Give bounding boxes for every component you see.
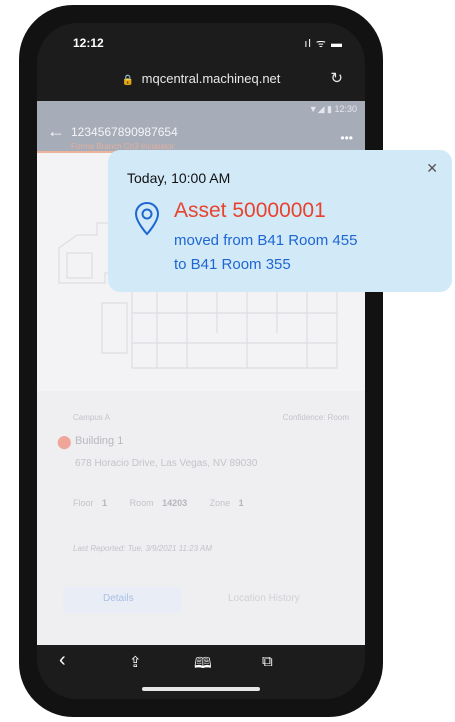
room-value: 14203 xyxy=(162,498,188,508)
card-tabs: Details Location History xyxy=(63,587,343,613)
status-bar: 12:12 ıl ᯤ ▬ xyxy=(37,23,365,63)
notification-popup[interactable]: ✕ Today, 10:00 AM Asset 50000001 moved f… xyxy=(108,150,452,292)
back-arrow-icon[interactable]: ← xyxy=(47,121,65,142)
notification-timestamp: Today, 10:00 AM xyxy=(127,170,231,186)
location-card: Campus A Confidence: Room ⬤ Building 1 6… xyxy=(37,401,365,645)
notification-asset: Asset 50000001 xyxy=(174,199,326,222)
url-display[interactable]: 🔒 mqcentral.machineq.net xyxy=(37,71,365,86)
confidence-label: Confidence: Room xyxy=(282,413,349,422)
location-pin-icon: ⬤ xyxy=(57,434,72,449)
inner-status-bar: ▼◢ ▮ 12:30 xyxy=(308,104,357,114)
zone-label: Zone xyxy=(209,498,231,508)
tabs-icon[interactable]: ⧉ xyxy=(262,653,273,670)
signal-wifi-battery-icon: ıl ᯤ ▬ xyxy=(304,38,343,50)
share-icon[interactable]: ⇪ xyxy=(129,653,142,671)
browser-address-bar[interactable]: 🔒 mqcentral.machineq.net ↻ xyxy=(37,63,365,93)
notification-message-line2: to B41 Room 355 xyxy=(174,256,291,273)
status-time: 12:12 xyxy=(73,36,104,50)
floor-label: Floor xyxy=(73,498,94,508)
tab-location-history[interactable]: Location History xyxy=(228,593,300,604)
zone-value: 1 xyxy=(238,498,244,508)
tab-details-label[interactable]: Details xyxy=(103,593,134,604)
lock-icon: 🔒 xyxy=(121,75,135,86)
last-reported-text: Last Reported: Tue, 3/9/2021 11:23 AM xyxy=(73,544,213,553)
floor-value: 1 xyxy=(102,498,108,508)
url-text: mqcentral.machineq.net xyxy=(141,71,281,86)
location-pin-icon xyxy=(134,201,160,236)
location-details-row: Floor 1 Room 14203 Zone 1 xyxy=(73,498,333,508)
room-label: Room xyxy=(129,498,154,508)
back-icon[interactable]: ‹ xyxy=(59,649,66,672)
bookmarks-icon[interactable]: 🕮 xyxy=(194,653,212,678)
reload-icon[interactable]: ↻ xyxy=(330,69,343,87)
asset-id-title: 1234567890987654 xyxy=(71,125,178,139)
more-options-icon[interactable]: ••• xyxy=(340,131,353,145)
app-header: ▼◢ ▮ 12:30 ← 1234567890987654 Forma Bran… xyxy=(37,101,365,151)
campus-label: Campus A xyxy=(73,413,110,422)
close-icon[interactable]: ✕ xyxy=(426,160,438,177)
phone-screen: 12:12 ıl ᯤ ▬ 🔒 mqcentral.machineq.net ↻ … xyxy=(37,23,365,699)
notification-message-line1: moved from B41 Room 455 xyxy=(174,232,358,249)
building-name: Building 1 xyxy=(75,435,124,447)
phone-frame: 12:12 ıl ᯤ ▬ 🔒 mqcentral.machineq.net ↻ … xyxy=(19,5,383,717)
building-address: 678 Horacio Drive, Las Vegas, NV 89030 xyxy=(75,458,258,469)
home-indicator[interactable] xyxy=(142,687,260,691)
